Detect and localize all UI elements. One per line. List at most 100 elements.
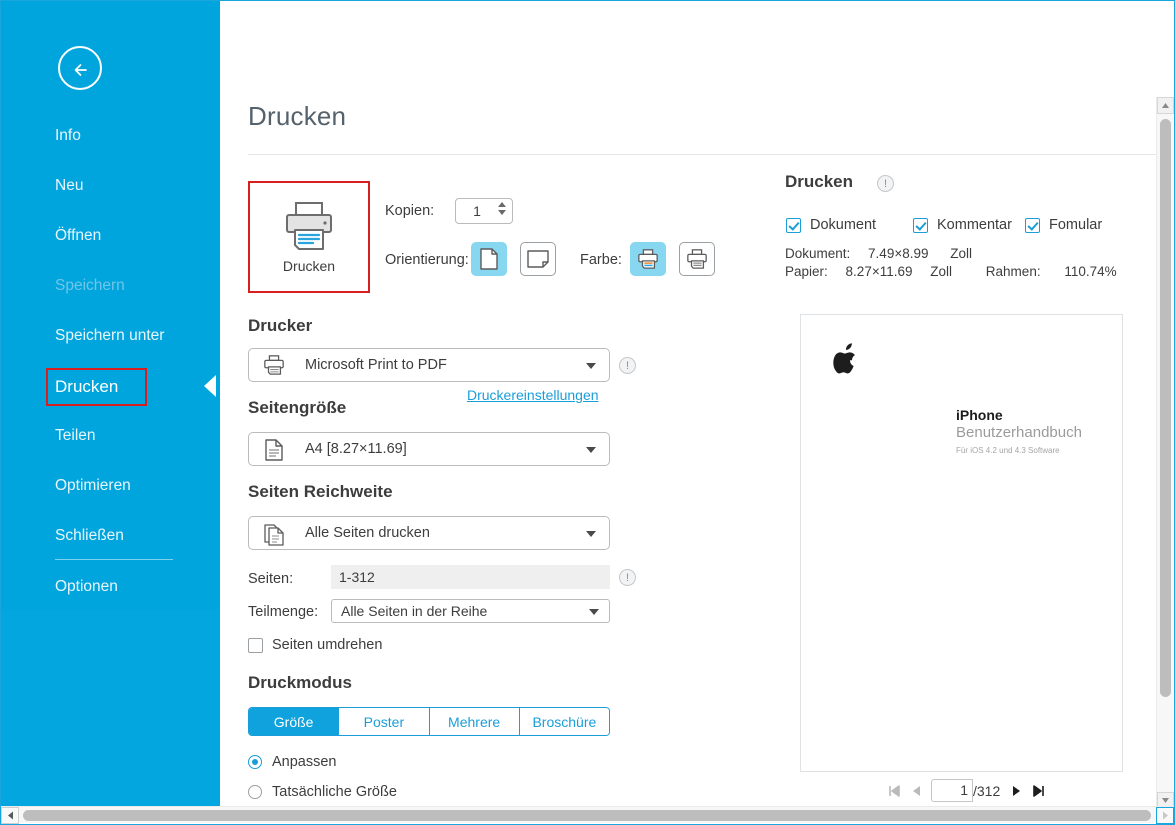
copies-spinner[interactable]	[498, 202, 506, 215]
sidebar-item-optimieren[interactable]: Optimieren	[1, 466, 220, 506]
sidebar-item-label: Info	[55, 127, 81, 144]
radio-actual-size[interactable]: Tatsächliche Größe	[248, 784, 397, 800]
sidebar-item-schliessen[interactable]: Schließen	[1, 516, 220, 556]
sidebar-item-oeffnen[interactable]: Öffnen	[1, 216, 220, 256]
page-title: Drucken	[248, 101, 347, 131]
orientation-label: Orientierung:	[385, 252, 469, 268]
radio-actual-size-label: Tatsächliche Größe	[272, 784, 397, 800]
apple-logo-icon	[833, 343, 855, 374]
grayscale-print-button[interactable]	[679, 242, 715, 276]
copies-value[interactable]: 1	[456, 199, 498, 223]
page-range-select[interactable]: Alle Seiten drucken	[248, 516, 610, 550]
paper-size-label: Papier:	[785, 264, 828, 279]
checkbox-fomular[interactable]: Fomular	[1025, 217, 1102, 233]
print-info-icon[interactable]: !	[877, 175, 894, 192]
paper-size-row: Papier: 8.27×11.69 Zoll Rahmen: 110.74%	[785, 264, 1117, 279]
document-page-icon	[263, 438, 285, 467]
next-page-icon[interactable]	[1006, 780, 1028, 802]
reverse-pages-checkbox[interactable]: Seiten umdrehen	[248, 637, 382, 653]
page-range-value: Alle Seiten drucken	[305, 525, 430, 541]
orientation-portrait-button[interactable]	[471, 242, 507, 276]
printer-icon	[286, 202, 332, 250]
vertical-scrollbar[interactable]	[1156, 97, 1174, 809]
spinner-down-icon[interactable]	[498, 210, 506, 215]
pages-label: Seiten:	[248, 571, 294, 587]
radio-button-icon	[248, 755, 262, 769]
sidebar-item-speichern: Speichern	[1, 266, 220, 306]
orientation-landscape-button[interactable]	[520, 242, 556, 276]
sidebar-item-drucken[interactable]: Drucken	[1, 367, 220, 407]
sidebar-item-neu[interactable]: Neu	[1, 166, 220, 206]
checkbox-box-icon	[248, 637, 263, 653]
printer-select[interactable]: Microsoft Print to PDF	[248, 348, 610, 382]
chevron-down-icon[interactable]	[586, 531, 596, 537]
sidebar-item-label: Speichern unter	[55, 327, 165, 344]
printer-settings-link[interactable]: Druckereinstellungen	[467, 387, 599, 403]
page-number-input[interactable]: 1	[931, 779, 973, 802]
paper-size-value: 8.27×11.69	[845, 264, 913, 279]
sidebar-divider	[55, 559, 173, 560]
frame-label: Rahmen:	[985, 264, 1041, 279]
scroll-left-icon[interactable]	[1, 807, 19, 824]
sidebar-item-label: Optionen	[55, 578, 118, 595]
document-size-label: Dokument:	[785, 246, 851, 261]
landscape-page-icon	[527, 250, 549, 268]
color-printer-icon	[638, 249, 658, 269]
pages-input[interactable]: 1-312	[331, 565, 610, 589]
preview-title: iPhone	[956, 407, 1003, 423]
sidebar-filler	[1, 609, 220, 809]
checkbox-kommentar[interactable]: Kommentar	[913, 217, 1012, 233]
vertical-scrollbar-thumb[interactable]	[1160, 119, 1171, 697]
printer-small-icon	[263, 354, 285, 381]
sidebar-item-label: Drucken	[55, 377, 119, 396]
chevron-down-icon[interactable]	[586, 447, 596, 453]
horizontal-scrollbar[interactable]	[1, 806, 1174, 824]
portrait-page-icon	[480, 248, 498, 270]
chevron-down-icon[interactable]	[589, 609, 599, 615]
printer-heading: Drucker	[248, 316, 313, 335]
printer-value: Microsoft Print to PDF	[305, 357, 447, 373]
spinner-up-icon[interactable]	[498, 202, 506, 207]
print-button-label: Drucken	[282, 258, 336, 274]
radio-anpassen[interactable]: Anpassen	[248, 754, 337, 770]
document-size-row: Dokument: 7.49×8.99 Zoll	[785, 246, 972, 261]
preview-subtitle: Benutzerhandbuch	[956, 424, 1082, 441]
horizontal-scrollbar-thumb[interactable]	[23, 810, 1151, 821]
sidebar-item-optionen[interactable]: Optionen	[1, 567, 220, 607]
tab-poster[interactable]: Poster	[339, 708, 430, 735]
sidebar-item-speichern-unter[interactable]: Speichern unter	[1, 316, 220, 356]
tab-groesse[interactable]: Größe	[249, 708, 340, 735]
prev-page-icon[interactable]	[905, 780, 927, 802]
scroll-up-icon[interactable]	[1157, 97, 1174, 114]
sidebar-item-info[interactable]: Info	[1, 116, 220, 156]
print-mode-tabs: Größe Poster Mehrere Broschüre	[248, 707, 610, 736]
page-size-heading: Seitengröße	[248, 398, 347, 417]
copies-stepper[interactable]: 1	[455, 198, 513, 224]
sidebar-item-label: Schließen	[55, 527, 124, 544]
chevron-down-icon[interactable]	[586, 363, 596, 369]
sidebar-item-label: Teilen	[55, 427, 96, 444]
first-page-icon[interactable]	[883, 780, 905, 802]
subset-select[interactable]: Alle Seiten in der Reihe	[331, 599, 610, 623]
checkbox-kommentar-label: Kommentar	[937, 217, 1012, 233]
scroll-right-icon[interactable]	[1156, 807, 1174, 824]
print-button[interactable]: Drucken	[248, 181, 370, 293]
back-button[interactable]	[58, 46, 102, 90]
multi-page-icon	[263, 522, 285, 551]
page-size-select[interactable]: A4 [8.27×11.69]	[248, 432, 610, 466]
checkbox-box-icon	[913, 217, 928, 233]
sidebar-item-label: Speichern	[55, 277, 125, 294]
checkbox-dokument[interactable]: Dokument	[786, 217, 876, 233]
sidebar-item-teilen[interactable]: Teilen	[1, 416, 220, 456]
tab-mehrere[interactable]: Mehrere	[429, 708, 520, 735]
pages-info-icon[interactable]: !	[619, 569, 636, 586]
printer-info-icon[interactable]: !	[619, 357, 636, 374]
print-dialog-window: Info Neu Öffnen Speichern Speichern unte…	[0, 0, 1175, 825]
page-total-label: /312	[973, 782, 1001, 799]
color-print-button[interactable]	[630, 242, 666, 276]
tab-broschuere[interactable]: Broschüre	[519, 708, 609, 735]
grayscale-printer-icon	[687, 249, 707, 269]
print-preview[interactable]: iPhone Benutzerhandbuch Für iOS 4.2 und …	[800, 314, 1123, 772]
preview-caption: Für iOS 4.2 und 4.3 Software	[956, 446, 1060, 455]
last-page-icon[interactable]	[1028, 780, 1050, 802]
